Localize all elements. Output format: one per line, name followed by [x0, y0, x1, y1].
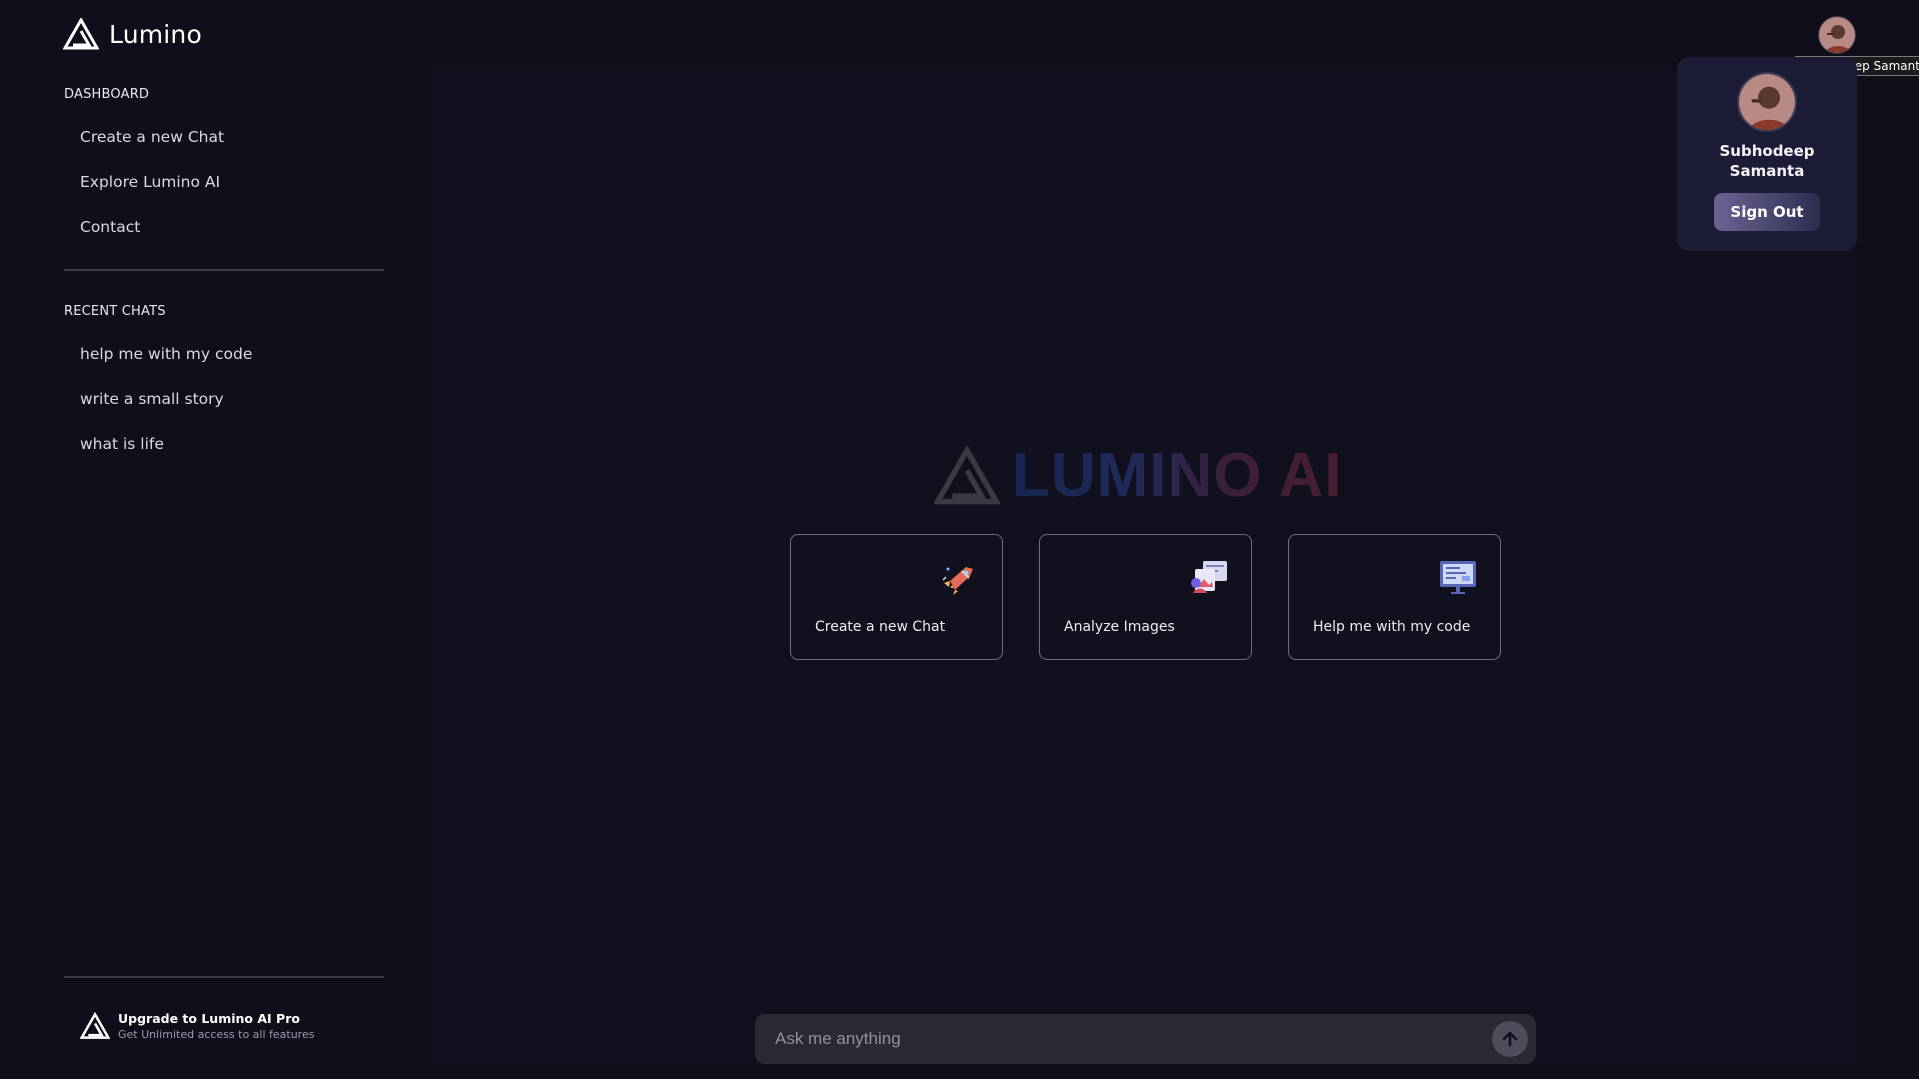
user-avatar-button[interactable] [1818, 16, 1856, 54]
upgrade-pro-link[interactable]: Upgrade to Lumino AI Pro Get Unlimited a… [80, 1011, 314, 1041]
hero-title: LUMINO AI [1012, 441, 1343, 510]
upgrade-title: Upgrade to Lumino AI Pro [118, 1011, 300, 1026]
hero-logo: LUMINO AI [934, 440, 1342, 511]
chat-input[interactable] [755, 1014, 1492, 1064]
code-monitor-icon [1440, 561, 1476, 594]
avatar [1819, 17, 1855, 53]
rocket-icon [942, 567, 973, 595]
arrow-up-icon [1502, 1031, 1518, 1047]
sidebar-divider [64, 269, 384, 271]
card-analyze-images[interactable]: Analyze Images [1039, 534, 1252, 660]
sidebar-item-explore[interactable]: Explore Lumino AI [80, 173, 220, 191]
sidebar-item-create-chat[interactable]: Create a new Chat [80, 128, 224, 146]
profile-name: Subhodeep Samanta [1719, 142, 1815, 180]
lumino-logo-icon [63, 18, 99, 50]
chat-input-bar [755, 1014, 1536, 1064]
sidebar-item-contact[interactable]: Contact [80, 218, 140, 236]
dashboard-section-title: DASHBOARD [64, 87, 150, 102]
card-create-chat[interactable]: Create a new Chat [790, 534, 1003, 660]
suggestion-cards: Create a new Chat Analyze Images Help me… [790, 534, 1501, 660]
sidebar-bottom-divider [64, 976, 384, 978]
card-label: Analyze Images [1064, 619, 1175, 635]
sign-out-button[interactable]: Sign Out [1714, 193, 1820, 231]
card-help-code[interactable]: Help me with my code [1288, 534, 1501, 660]
upgrade-subtitle: Get Unlimited access to all features [118, 1028, 315, 1041]
recent-chat-item[interactable]: write a small story [80, 390, 224, 408]
lumino-logo-icon [934, 445, 1000, 504]
send-button[interactable] [1492, 1021, 1528, 1057]
profile-card: Subhodeep Samanta Sign Out [1677, 57, 1857, 251]
lumino-logo-icon [80, 1012, 110, 1039]
image-icon [1191, 561, 1227, 593]
brand[interactable]: Lumino [63, 18, 202, 50]
card-label: Create a new Chat [815, 619, 946, 635]
card-label: Help me with my code [1313, 619, 1471, 635]
app-root: Lumino DASHBOARD Create a new Chat Explo… [0, 0, 1919, 1079]
profile-avatar [1737, 72, 1797, 132]
recent-chat-item[interactable]: what is life [80, 435, 164, 453]
brand-name: Lumino [109, 19, 202, 49]
recent-chats-section-title: RECENT CHATS [64, 304, 166, 319]
recent-chat-item[interactable]: help me with my code [80, 345, 252, 363]
avatar [1739, 74, 1795, 130]
sidebar: Lumino DASHBOARD Create a new Chat Explo… [0, 0, 432, 1079]
